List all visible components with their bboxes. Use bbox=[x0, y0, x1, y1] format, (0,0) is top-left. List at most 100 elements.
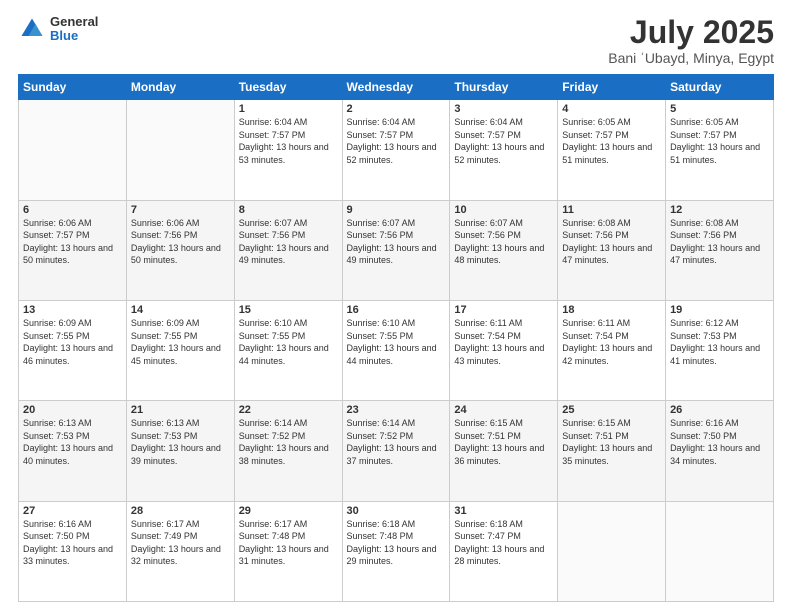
day-number: 30 bbox=[347, 505, 446, 517]
day-cell: 3Sunrise: 6:04 AM Sunset: 7:57 PM Daylig… bbox=[450, 100, 558, 200]
day-number: 24 bbox=[454, 404, 553, 416]
day-number: 15 bbox=[239, 304, 338, 316]
day-cell: 1Sunrise: 6:04 AM Sunset: 7:57 PM Daylig… bbox=[234, 100, 342, 200]
day-number: 12 bbox=[670, 204, 769, 216]
day-number: 9 bbox=[347, 204, 446, 216]
logo-icon bbox=[18, 15, 46, 43]
day-cell: 5Sunrise: 6:05 AM Sunset: 7:57 PM Daylig… bbox=[666, 100, 774, 200]
day-number: 25 bbox=[562, 404, 661, 416]
day-info: Sunrise: 6:16 AM Sunset: 7:50 PM Dayligh… bbox=[23, 518, 122, 568]
day-number: 27 bbox=[23, 505, 122, 517]
day-info: Sunrise: 6:14 AM Sunset: 7:52 PM Dayligh… bbox=[347, 417, 446, 467]
day-info: Sunrise: 6:18 AM Sunset: 7:48 PM Dayligh… bbox=[347, 518, 446, 568]
day-cell: 9Sunrise: 6:07 AM Sunset: 7:56 PM Daylig… bbox=[342, 200, 450, 300]
subtitle: Bani ʿUbayd, Minya, Egypt bbox=[608, 50, 774, 66]
day-number: 21 bbox=[131, 404, 230, 416]
title-block: July 2025 Bani ʿUbayd, Minya, Egypt bbox=[608, 15, 774, 66]
header: General Blue July 2025 Bani ʿUbayd, Miny… bbox=[18, 15, 774, 66]
day-info: Sunrise: 6:07 AM Sunset: 7:56 PM Dayligh… bbox=[239, 217, 338, 267]
logo: General Blue bbox=[18, 15, 98, 44]
day-cell: 31Sunrise: 6:18 AM Sunset: 7:47 PM Dayli… bbox=[450, 501, 558, 601]
day-cell: 21Sunrise: 6:13 AM Sunset: 7:53 PM Dayli… bbox=[126, 401, 234, 501]
day-info: Sunrise: 6:06 AM Sunset: 7:56 PM Dayligh… bbox=[131, 217, 230, 267]
logo-blue-text: Blue bbox=[50, 29, 98, 43]
day-info: Sunrise: 6:07 AM Sunset: 7:56 PM Dayligh… bbox=[347, 217, 446, 267]
day-info: Sunrise: 6:08 AM Sunset: 7:56 PM Dayligh… bbox=[670, 217, 769, 267]
day-cell: 23Sunrise: 6:14 AM Sunset: 7:52 PM Dayli… bbox=[342, 401, 450, 501]
day-number: 26 bbox=[670, 404, 769, 416]
day-info: Sunrise: 6:05 AM Sunset: 7:57 PM Dayligh… bbox=[562, 116, 661, 166]
day-number: 16 bbox=[347, 304, 446, 316]
day-info: Sunrise: 6:14 AM Sunset: 7:52 PM Dayligh… bbox=[239, 417, 338, 467]
day-info: Sunrise: 6:08 AM Sunset: 7:56 PM Dayligh… bbox=[562, 217, 661, 267]
day-number: 20 bbox=[23, 404, 122, 416]
day-cell: 20Sunrise: 6:13 AM Sunset: 7:53 PM Dayli… bbox=[19, 401, 127, 501]
day-info: Sunrise: 6:13 AM Sunset: 7:53 PM Dayligh… bbox=[23, 417, 122, 467]
week-row-4: 20Sunrise: 6:13 AM Sunset: 7:53 PM Dayli… bbox=[19, 401, 774, 501]
day-cell: 24Sunrise: 6:15 AM Sunset: 7:51 PM Dayli… bbox=[450, 401, 558, 501]
day-number: 23 bbox=[347, 404, 446, 416]
day-info: Sunrise: 6:15 AM Sunset: 7:51 PM Dayligh… bbox=[562, 417, 661, 467]
calendar-header: SundayMondayTuesdayWednesdayThursdayFrid… bbox=[19, 75, 774, 100]
day-number: 29 bbox=[239, 505, 338, 517]
logo-text: General Blue bbox=[50, 15, 98, 44]
day-info: Sunrise: 6:11 AM Sunset: 7:54 PM Dayligh… bbox=[562, 317, 661, 367]
weekday-header-thursday: Thursday bbox=[450, 75, 558, 100]
day-info: Sunrise: 6:04 AM Sunset: 7:57 PM Dayligh… bbox=[347, 116, 446, 166]
day-cell: 17Sunrise: 6:11 AM Sunset: 7:54 PM Dayli… bbox=[450, 300, 558, 400]
day-info: Sunrise: 6:07 AM Sunset: 7:56 PM Dayligh… bbox=[454, 217, 553, 267]
day-cell: 10Sunrise: 6:07 AM Sunset: 7:56 PM Dayli… bbox=[450, 200, 558, 300]
week-row-3: 13Sunrise: 6:09 AM Sunset: 7:55 PM Dayli… bbox=[19, 300, 774, 400]
day-cell: 19Sunrise: 6:12 AM Sunset: 7:53 PM Dayli… bbox=[666, 300, 774, 400]
day-number: 17 bbox=[454, 304, 553, 316]
day-cell: 26Sunrise: 6:16 AM Sunset: 7:50 PM Dayli… bbox=[666, 401, 774, 501]
calendar-body: 1Sunrise: 6:04 AM Sunset: 7:57 PM Daylig… bbox=[19, 100, 774, 602]
day-number: 8 bbox=[239, 204, 338, 216]
day-cell: 14Sunrise: 6:09 AM Sunset: 7:55 PM Dayli… bbox=[126, 300, 234, 400]
day-cell: 4Sunrise: 6:05 AM Sunset: 7:57 PM Daylig… bbox=[558, 100, 666, 200]
day-info: Sunrise: 6:09 AM Sunset: 7:55 PM Dayligh… bbox=[23, 317, 122, 367]
logo-general-text: General bbox=[50, 15, 98, 29]
day-number: 1 bbox=[239, 103, 338, 115]
week-row-5: 27Sunrise: 6:16 AM Sunset: 7:50 PM Dayli… bbox=[19, 501, 774, 601]
day-cell: 18Sunrise: 6:11 AM Sunset: 7:54 PM Dayli… bbox=[558, 300, 666, 400]
calendar-table: SundayMondayTuesdayWednesdayThursdayFrid… bbox=[18, 74, 774, 602]
day-number: 19 bbox=[670, 304, 769, 316]
day-cell bbox=[19, 100, 127, 200]
day-info: Sunrise: 6:17 AM Sunset: 7:48 PM Dayligh… bbox=[239, 518, 338, 568]
day-number: 5 bbox=[670, 103, 769, 115]
day-number: 2 bbox=[347, 103, 446, 115]
day-number: 14 bbox=[131, 304, 230, 316]
day-number: 6 bbox=[23, 204, 122, 216]
day-info: Sunrise: 6:04 AM Sunset: 7:57 PM Dayligh… bbox=[239, 116, 338, 166]
weekday-header-sunday: Sunday bbox=[19, 75, 127, 100]
day-number: 7 bbox=[131, 204, 230, 216]
day-cell: 29Sunrise: 6:17 AM Sunset: 7:48 PM Dayli… bbox=[234, 501, 342, 601]
weekday-header-row: SundayMondayTuesdayWednesdayThursdayFrid… bbox=[19, 75, 774, 100]
week-row-1: 1Sunrise: 6:04 AM Sunset: 7:57 PM Daylig… bbox=[19, 100, 774, 200]
day-info: Sunrise: 6:10 AM Sunset: 7:55 PM Dayligh… bbox=[347, 317, 446, 367]
day-cell: 13Sunrise: 6:09 AM Sunset: 7:55 PM Dayli… bbox=[19, 300, 127, 400]
day-cell: 12Sunrise: 6:08 AM Sunset: 7:56 PM Dayli… bbox=[666, 200, 774, 300]
weekday-header-friday: Friday bbox=[558, 75, 666, 100]
day-number: 28 bbox=[131, 505, 230, 517]
day-number: 3 bbox=[454, 103, 553, 115]
day-cell bbox=[666, 501, 774, 601]
day-cell: 11Sunrise: 6:08 AM Sunset: 7:56 PM Dayli… bbox=[558, 200, 666, 300]
day-info: Sunrise: 6:05 AM Sunset: 7:57 PM Dayligh… bbox=[670, 116, 769, 166]
day-info: Sunrise: 6:13 AM Sunset: 7:53 PM Dayligh… bbox=[131, 417, 230, 467]
day-cell bbox=[558, 501, 666, 601]
main-title: July 2025 bbox=[608, 15, 774, 50]
weekday-header-monday: Monday bbox=[126, 75, 234, 100]
weekday-header-wednesday: Wednesday bbox=[342, 75, 450, 100]
day-cell: 16Sunrise: 6:10 AM Sunset: 7:55 PM Dayli… bbox=[342, 300, 450, 400]
day-info: Sunrise: 6:09 AM Sunset: 7:55 PM Dayligh… bbox=[131, 317, 230, 367]
page: General Blue July 2025 Bani ʿUbayd, Miny… bbox=[0, 0, 792, 612]
day-info: Sunrise: 6:12 AM Sunset: 7:53 PM Dayligh… bbox=[670, 317, 769, 367]
day-info: Sunrise: 6:06 AM Sunset: 7:57 PM Dayligh… bbox=[23, 217, 122, 267]
weekday-header-saturday: Saturday bbox=[666, 75, 774, 100]
day-number: 22 bbox=[239, 404, 338, 416]
day-info: Sunrise: 6:18 AM Sunset: 7:47 PM Dayligh… bbox=[454, 518, 553, 568]
day-cell: 7Sunrise: 6:06 AM Sunset: 7:56 PM Daylig… bbox=[126, 200, 234, 300]
day-number: 11 bbox=[562, 204, 661, 216]
